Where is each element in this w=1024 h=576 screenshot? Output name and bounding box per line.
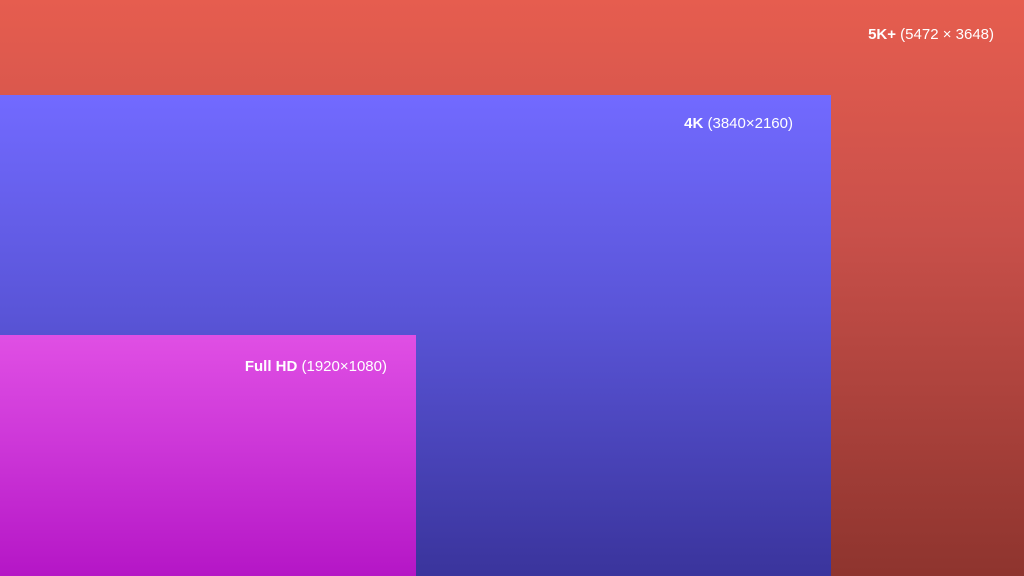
resolution-full-hd-dims: (1920×1080)	[301, 358, 388, 375]
resolution-5k-label: 5K+ (5472 × 3648)	[868, 26, 994, 44]
resolution-4k-name: 4K	[684, 115, 704, 132]
resolution-5k-dims: (5472 × 3648)	[900, 26, 994, 43]
resolution-5k-name: 5K+	[868, 26, 896, 43]
resolution-4k-label: 4K (3840×2160)	[684, 115, 793, 133]
resolution-full-hd-label: Full HD (1920×1080)	[245, 358, 387, 376]
resolution-4k-dims: (3840×2160)	[707, 115, 794, 132]
resolution-full-hd-name: Full HD	[244, 358, 298, 375]
resolution-full-hd-area: Full HD (1920×1080)	[0, 335, 416, 576]
